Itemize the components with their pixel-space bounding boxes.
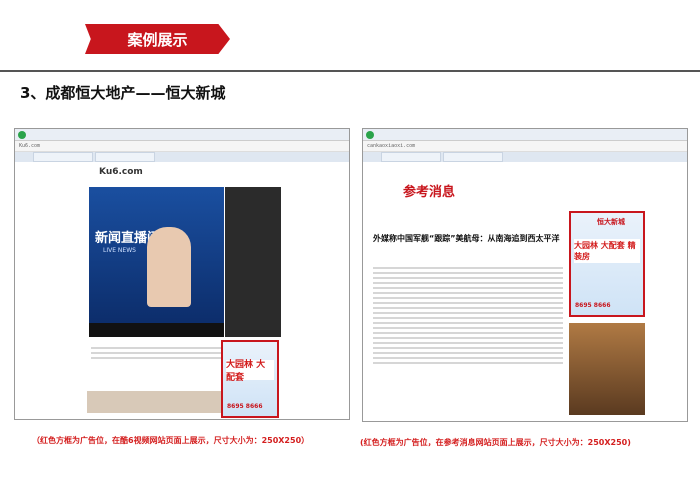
browser-tab (33, 152, 93, 162)
browser-tab (381, 152, 441, 162)
ad-slot[interactable]: 大园林 大配套 8695 8666 (221, 340, 279, 418)
playlist-panel (225, 187, 281, 337)
address-text: cankaoxiaoxi.com (367, 143, 416, 149)
browser-tab (443, 152, 503, 162)
page-text-lines (91, 344, 221, 362)
browser-tabs (363, 152, 687, 162)
browser-address-bar: cankaoxiaoxi.com (363, 141, 687, 152)
ku6-screenshot: Ku6.com Ku6.com 新闻直播间 LIVE NEWS 大园林 大配套 … (14, 128, 350, 420)
divider (0, 70, 700, 72)
video-player[interactable]: 新闻直播间 LIVE NEWS (89, 187, 224, 337)
ad-text: 大园林 大配套 (226, 360, 274, 383)
browser-tabs (15, 152, 349, 162)
page-title: 3、成都恒大地产——恒大新城 (20, 84, 226, 102)
site-logo: Ku6.com (99, 167, 143, 177)
anchor-figure (147, 227, 191, 307)
ad-brand: 恒大新城 (597, 218, 625, 226)
player-controls[interactable] (89, 323, 224, 337)
browser-logo-icon (366, 130, 374, 139)
browser-titlebar (15, 129, 349, 141)
address-text: Ku6.com (19, 143, 41, 149)
browser-titlebar (363, 129, 687, 141)
section-banner: 案例展示 (85, 24, 230, 54)
ad-slot[interactable]: 恒大新城 大园林 大配套 精装房 8695 8666 (569, 211, 645, 317)
ad-text: 大园林 大配套 精装房 (574, 239, 640, 263)
ad-phone: 8695 8666 (227, 403, 263, 410)
video-subtitle: LIVE NEWS (103, 247, 136, 254)
site-logo: 参考消息 (403, 185, 456, 200)
caption-right: (红色方框为广告位，在参考消息网站页面上展示，尺寸大小为：250X250) (360, 438, 631, 447)
article-body (373, 264, 563, 367)
banner-title: 案例展示 (127, 30, 188, 49)
article-headline: 外媒称中国军舰“跟踪”美航母：从南海追到西太平洋 (373, 234, 560, 243)
caption-left: （红色方框为广告位，在酷6视频网站页面上展示，尺寸大小为：250X250） (32, 436, 310, 445)
ad-phone: 8695 8666 (575, 302, 611, 309)
thumbnail-row (87, 391, 227, 413)
browser-tab (95, 152, 155, 162)
browser-logo-icon (18, 130, 26, 139)
cankaoxiaoxi-screenshot: cankaoxiaoxi.com 参考消息 外媒称中国军舰“跟踪”美航母：从南海… (362, 128, 688, 422)
side-image (569, 323, 645, 415)
browser-address-bar: Ku6.com (15, 141, 349, 152)
